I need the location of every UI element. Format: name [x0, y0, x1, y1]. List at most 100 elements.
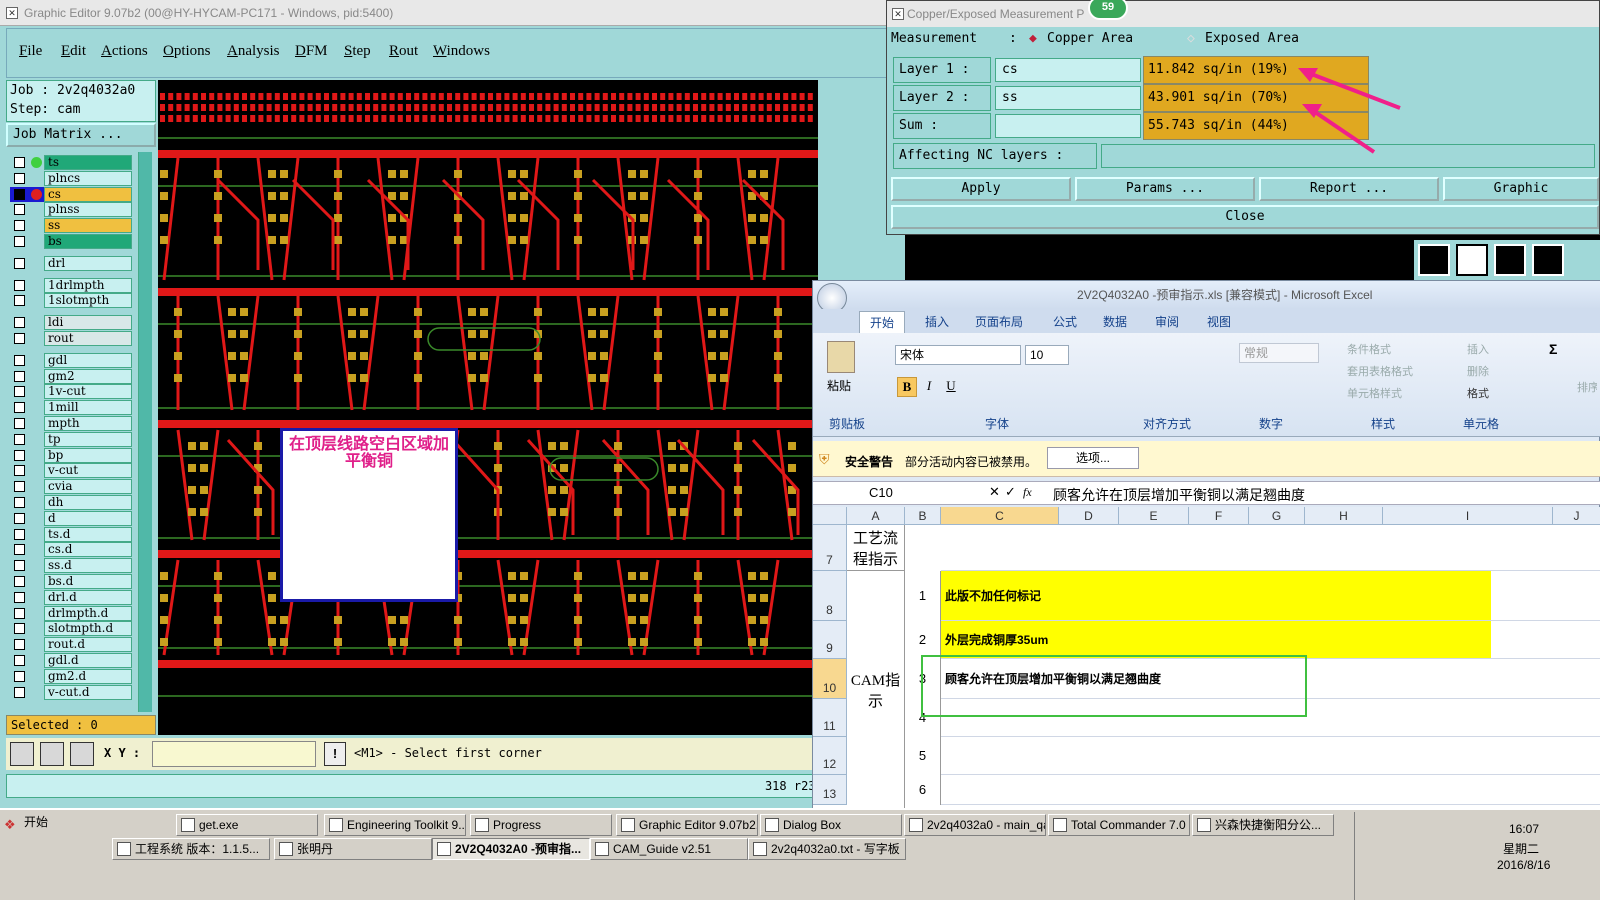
layer-checkbox[interactable] — [14, 157, 25, 168]
taskbar-button[interactable]: 2v2q4032a0.txt - 写字板 — [748, 838, 906, 860]
layer-checkbox[interactable] — [14, 317, 25, 329]
layer-checkbox[interactable] — [14, 512, 25, 524]
close-box-icon[interactable]: ✕ — [892, 8, 904, 20]
cell-c[interactable]: 外层完成铜厚35um — [941, 621, 1491, 658]
layer-checkbox[interactable] — [14, 623, 25, 635]
cell-a-merged[interactable]: 工艺流程指示 — [847, 525, 905, 571]
cell-c[interactable] — [941, 525, 1491, 570]
taskbar-button[interactable]: 兴森快捷衡阳分公... — [1192, 814, 1334, 836]
params-button[interactable]: Params ... — [1075, 177, 1255, 201]
layer-row-1mill[interactable]: 1mill — [10, 400, 132, 416]
layer-checkbox[interactable] — [14, 279, 25, 291]
row-header[interactable]: 10 — [813, 659, 847, 699]
layer-row-1drlmpth[interactable]: 1drlmpth — [10, 277, 132, 293]
paste-icon[interactable] — [827, 341, 855, 373]
tab-data[interactable]: 数据 — [1103, 313, 1127, 330]
layer-row-gm2[interactable]: gm2 — [10, 368, 132, 384]
row-header[interactable]: 7 — [813, 525, 847, 571]
layer-row-d[interactable]: d — [10, 510, 132, 526]
italic-button[interactable]: I — [919, 377, 939, 397]
font-size-select[interactable]: 10 — [1025, 345, 1069, 365]
column-header-d[interactable]: D — [1059, 507, 1119, 525]
zoom-window-icon[interactable] — [10, 742, 34, 766]
layer-row-gdl[interactable]: gdl — [10, 352, 132, 368]
ruler-icon[interactable] — [1494, 244, 1526, 276]
layer-checkbox[interactable] — [14, 402, 25, 414]
layer-checkbox[interactable] — [14, 560, 25, 572]
draw-mode-icon[interactable] — [1456, 244, 1488, 276]
layer-row-cs-d[interactable]: cs.d — [10, 542, 132, 558]
column-header-c[interactable]: C — [941, 507, 1059, 525]
layer-row-bs[interactable]: bs — [10, 234, 132, 249]
xy-input[interactable] — [152, 741, 316, 767]
layer-row-bp[interactable]: bp — [10, 447, 132, 463]
layer-checkbox[interactable] — [14, 295, 25, 307]
underline-button[interactable]: U — [941, 377, 961, 397]
layer-row-drlmpth-d[interactable]: drlmpth.d — [10, 605, 132, 621]
menu-file[interactable]: File — [19, 43, 42, 60]
layer-checkbox[interactable] — [14, 204, 25, 216]
layer-row-rout-d[interactable]: rout.d — [10, 637, 132, 653]
layer-checkbox[interactable] — [14, 607, 25, 619]
layer-checkbox[interactable] — [14, 591, 25, 603]
layer-row-1slotmpth[interactable]: 1slotmpth — [10, 293, 132, 309]
layer-row-plnss[interactable]: plnss — [10, 202, 132, 218]
layer-checkbox[interactable] — [14, 333, 25, 344]
row-header[interactable]: 8 — [813, 571, 847, 621]
cell-style-item[interactable]: 单元格样式 — [1347, 385, 1402, 401]
exposed-radio-icon[interactable]: ◇ — [1187, 31, 1195, 46]
close-button[interactable]: Close — [891, 205, 1599, 229]
insert-cell-item[interactable]: 插入 — [1467, 341, 1489, 357]
view-mode-icon[interactable] — [1418, 244, 1450, 276]
tab-insert[interactable]: 插入 — [925, 313, 949, 330]
layer-row-dh[interactable]: dh — [10, 495, 132, 510]
column-header-h[interactable]: H — [1305, 507, 1383, 525]
copper-radio-icon[interactable]: ◆ — [1029, 31, 1037, 46]
zoom-home-icon[interactable] — [70, 742, 94, 766]
layer-list-scrollbar[interactable] — [138, 152, 152, 712]
worksheet-grid[interactable]: A B C D E F G H I J 7 8 1 此版不加任何标记 9 2 外层完成铜厚35um 10 3 顾客允许… — [813, 507, 1600, 809]
cell-a-merged[interactable]: CAM指示 — [847, 571, 905, 809]
layer2-input[interactable]: ss — [995, 86, 1141, 110]
font-name-select[interactable]: 宋体 — [895, 345, 1021, 365]
column-header-b[interactable]: B — [905, 507, 941, 525]
conditional-format-item[interactable]: 条件格式 — [1347, 341, 1391, 357]
layer-checkbox[interactable] — [14, 257, 25, 269]
layer-row-bs-d[interactable]: bs.d — [10, 574, 132, 589]
taskbar-button[interactable]: Dialog Box — [760, 814, 902, 836]
layer-row-tp[interactable]: tp — [10, 431, 132, 447]
sum-icon[interactable]: Σ — [1549, 341, 1557, 357]
layer-checkbox[interactable] — [14, 639, 25, 651]
menu-dfm[interactable]: DFM — [295, 43, 328, 60]
layer-checkbox[interactable] — [14, 418, 25, 429]
cell-b[interactable]: 2 — [905, 621, 941, 659]
layer-row-plncs[interactable]: plncs — [10, 170, 132, 186]
layer-checkbox[interactable] — [14, 670, 25, 682]
layer-row-gm2-d[interactable]: gm2.d — [10, 668, 132, 684]
taskbar-button[interactable]: Graphic Editor 9.07b2... — [616, 814, 758, 836]
exposed-area-option[interactable]: Exposed Area — [1205, 31, 1299, 46]
layer-row-ldi[interactable]: ldi — [10, 315, 132, 331]
column-header-a[interactable]: A — [847, 507, 905, 525]
layer-checkbox[interactable] — [14, 497, 25, 508]
layer-row-cvia[interactable]: cvia — [10, 479, 132, 495]
row-header[interactable]: 12 — [813, 737, 847, 775]
table-format-item[interactable]: 套用表格格式 — [1347, 363, 1413, 379]
layer-row-rout[interactable]: rout — [10, 331, 132, 346]
taskbar-button[interactable]: get.exe — [176, 814, 318, 836]
layer-row-drl-d[interactable]: drl.d — [10, 589, 132, 605]
taskbar-button[interactable]: 2v2q4032a0 - main_qa — [904, 814, 1046, 836]
close-box-icon[interactable]: ✕ — [6, 7, 18, 19]
layer-row-1v-cut[interactable]: 1v-cut — [10, 384, 132, 400]
layer-checkbox[interactable] — [14, 386, 25, 398]
job-matrix-button[interactable]: Job Matrix ... — [6, 123, 156, 147]
security-options-button[interactable]: 选项... — [1047, 447, 1139, 469]
graphic-button[interactable]: Graphic — [1443, 177, 1599, 201]
cancel-icon[interactable]: ✕ — [989, 484, 1000, 500]
taskbar-button[interactable]: Total Commander 7.0 ... — [1048, 814, 1190, 836]
layer-checkbox[interactable] — [14, 220, 25, 232]
layer-checkbox[interactable] — [14, 354, 25, 366]
layer-row-ss[interactable]: ss — [10, 218, 132, 234]
apply-button[interactable]: Apply — [891, 177, 1071, 201]
start-button[interactable]: ❖ 开始 — [2, 812, 54, 834]
